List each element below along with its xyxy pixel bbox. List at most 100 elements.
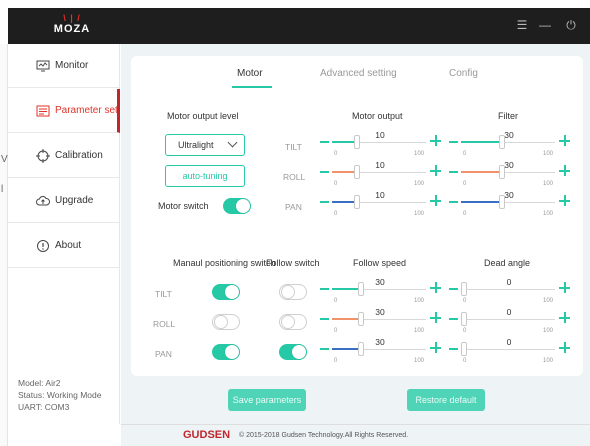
- motor-output-header: Motor output: [352, 111, 403, 121]
- increase-button[interactable]: [430, 135, 441, 146]
- slider-value: 30: [504, 130, 514, 140]
- slider-track: [461, 319, 555, 320]
- slider-thumb[interactable]: [461, 282, 467, 296]
- increase-button[interactable]: [559, 135, 570, 146]
- roll-motor-output-slider[interactable]: 10 0 100: [320, 160, 441, 190]
- restore-default-button[interactable]: Restore default: [407, 389, 485, 411]
- slider-thumb[interactable]: [461, 312, 467, 326]
- tab-motor[interactable]: Motor: [237, 68, 263, 79]
- decrease-button[interactable]: [449, 141, 458, 143]
- slider-thumb[interactable]: [499, 195, 505, 209]
- menu-icon[interactable]: ☰: [515, 18, 529, 32]
- toggle-knob: [292, 345, 306, 359]
- slider-min: 0: [334, 211, 338, 217]
- slider-thumb[interactable]: [499, 165, 505, 179]
- sidebar-item-upgrade[interactable]: Upgrade: [8, 179, 120, 223]
- sidebar-item-monitor[interactable]: Monitor: [8, 44, 120, 88]
- sidebar-item-calibration[interactable]: Calibration: [8, 134, 120, 178]
- slider-thumb[interactable]: [354, 165, 360, 179]
- increase-button[interactable]: [430, 312, 441, 323]
- tilt-follow-speed-slider[interactable]: 30 0 100: [320, 277, 441, 307]
- slider-value: 30: [504, 190, 514, 200]
- increase-button[interactable]: [559, 195, 570, 206]
- slider-max: 100: [414, 181, 425, 187]
- sidebar-item-parameter-set[interactable]: Parameter set: [8, 89, 120, 133]
- increase-button[interactable]: [430, 342, 441, 353]
- pan-follow-switch-toggle[interactable]: [279, 344, 307, 360]
- decrease-button[interactable]: [320, 171, 329, 173]
- decrease-button[interactable]: [449, 171, 458, 173]
- slider-thumb[interactable]: [358, 312, 364, 326]
- tab-advanced-setting[interactable]: Advanced setting: [320, 68, 397, 79]
- decrease-button[interactable]: [320, 141, 329, 143]
- roll-filter-slider[interactable]: 30 0 100: [449, 160, 570, 190]
- slider-track: [461, 289, 555, 290]
- auto-tuning-button[interactable]: auto-tuning: [165, 165, 245, 187]
- decrease-button[interactable]: [449, 318, 458, 320]
- filter-header: Filter: [498, 111, 518, 121]
- decrease-button[interactable]: [320, 348, 329, 350]
- pan-motor-output-slider[interactable]: 10 0 100: [320, 190, 441, 220]
- slider-min: 0: [463, 328, 467, 334]
- slider-thumb[interactable]: [354, 135, 360, 149]
- slider-fill: [332, 348, 360, 350]
- axis-label-pan: PAN: [155, 349, 172, 359]
- power-icon[interactable]: ⏻: [564, 18, 578, 32]
- slider-thumb[interactable]: [354, 195, 360, 209]
- increase-button[interactable]: [430, 165, 441, 176]
- slider-thumb[interactable]: [358, 282, 364, 296]
- slider-min: 0: [463, 151, 467, 157]
- slider-fill: [332, 171, 356, 173]
- decrease-button[interactable]: [449, 201, 458, 203]
- decrease-button[interactable]: [320, 318, 329, 320]
- decrease-button[interactable]: [449, 288, 458, 290]
- slider-max: 100: [543, 181, 554, 187]
- slider-value: 0: [506, 277, 512, 287]
- increase-button[interactable]: [559, 312, 570, 323]
- increase-button[interactable]: [430, 195, 441, 206]
- roll-manual-positioning-toggle[interactable]: [212, 314, 240, 330]
- axis-label-tilt: TILT: [285, 142, 302, 152]
- motor-output-level-label: Motor output level: [167, 111, 239, 121]
- tilt-manual-positioning-toggle[interactable]: [212, 284, 240, 300]
- slider-fill: [461, 201, 501, 203]
- toggle-knob: [236, 199, 250, 213]
- slider-min: 0: [334, 328, 338, 334]
- slider-value: 10: [375, 130, 385, 140]
- save-parameters-button[interactable]: Save parameters: [228, 389, 306, 411]
- increase-button[interactable]: [430, 282, 441, 293]
- edge-letter: V: [1, 154, 8, 165]
- slider-thumb[interactable]: [499, 135, 505, 149]
- tab-config[interactable]: Config: [449, 68, 478, 79]
- roll-follow-speed-slider[interactable]: 30 0 100: [320, 307, 441, 337]
- tilt-filter-slider[interactable]: 30 0 100: [449, 130, 570, 160]
- increase-button[interactable]: [559, 282, 570, 293]
- sidebar-item-about[interactable]: About: [8, 224, 120, 268]
- pan-dead-angle-slider[interactable]: 0 0 100: [449, 337, 570, 367]
- pan-manual-positioning-toggle[interactable]: [212, 344, 240, 360]
- title-bar: \ | / MOZA ☰ — ⏻: [8, 8, 590, 44]
- axis-label-pan: PAN: [285, 202, 302, 212]
- slider-thumb[interactable]: [461, 342, 467, 356]
- tilt-dead-angle-slider[interactable]: 0 0 100: [449, 277, 570, 307]
- slider-thumb[interactable]: [358, 342, 364, 356]
- increase-button[interactable]: [559, 165, 570, 176]
- tilt-motor-output-slider[interactable]: 10 0 100: [320, 130, 441, 160]
- slider-value: 30: [504, 160, 514, 170]
- decrease-button[interactable]: [320, 288, 329, 290]
- increase-button[interactable]: [559, 342, 570, 353]
- sidebar-item-label: Upgrade: [55, 195, 94, 206]
- motor-output-level-select[interactable]: Ultralight: [165, 134, 245, 156]
- pan-filter-slider[interactable]: 30 0 100: [449, 190, 570, 220]
- decrease-button[interactable]: [320, 201, 329, 203]
- motor-switch-toggle[interactable]: [223, 198, 251, 214]
- tilt-follow-switch-toggle[interactable]: [279, 284, 307, 300]
- decrease-button[interactable]: [449, 348, 458, 350]
- pan-follow-speed-slider[interactable]: 30 0 100: [320, 337, 441, 367]
- minimize-icon[interactable]: —: [538, 18, 552, 32]
- toggle-knob: [225, 285, 239, 299]
- roll-dead-angle-slider[interactable]: 0 0 100: [449, 307, 570, 337]
- slider-value: 10: [375, 160, 385, 170]
- roll-follow-switch-toggle[interactable]: [279, 314, 307, 330]
- axis-label-roll: ROLL: [283, 172, 306, 182]
